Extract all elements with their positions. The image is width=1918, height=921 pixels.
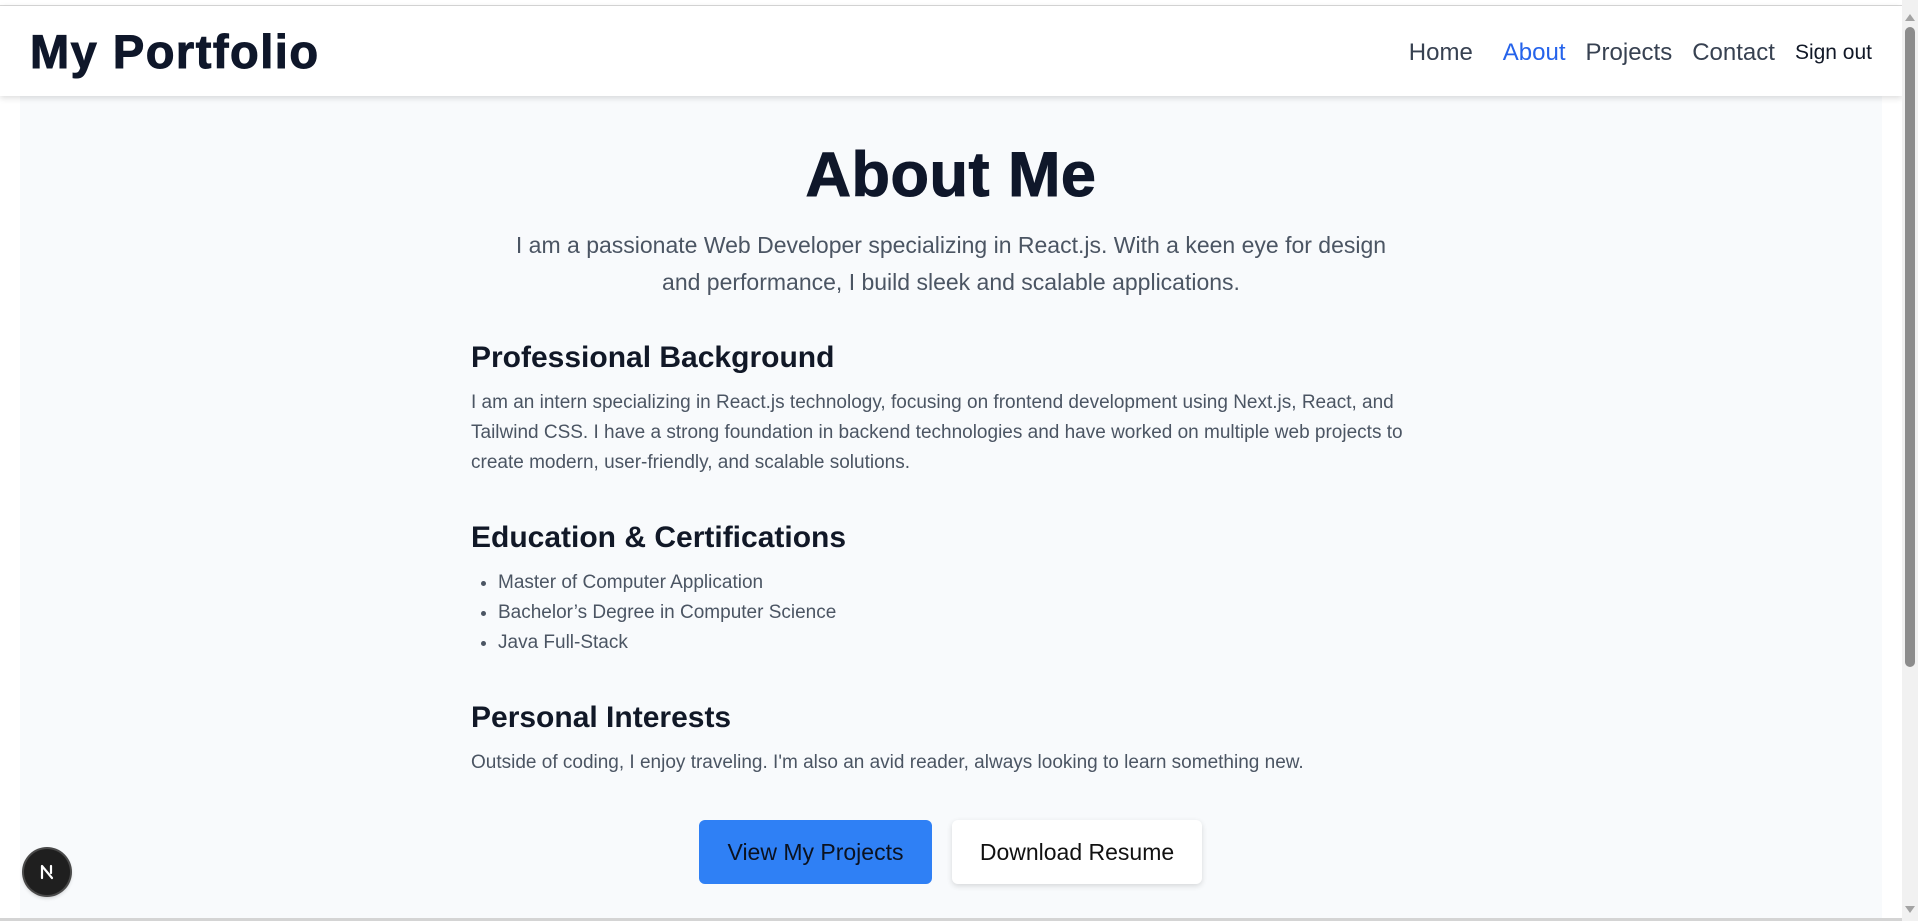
brand-logo[interactable]: My Portfolio bbox=[30, 28, 320, 76]
nav-home-link[interactable]: Home bbox=[1409, 39, 1473, 67]
interests-text: Outside of coding, I enjoy traveling. I'… bbox=[471, 752, 1304, 773]
nav-links: Home About Projects Contact Sign out bbox=[1389, 39, 1872, 67]
about-content: About Me I am a passionate Web Developer… bbox=[20, 96, 1882, 921]
nextjs-dev-indicator[interactable] bbox=[24, 849, 70, 895]
navbar: My Portfolio Home About Projects Contact… bbox=[0, 6, 1902, 96]
personal-interests-section: Personal Interests Outside of coding, I … bbox=[471, 703, 1431, 778]
nav-projects-link[interactable]: Projects bbox=[1586, 39, 1673, 67]
vertical-scrollbar[interactable] bbox=[1902, 0, 1918, 921]
section-heading-education: Education & Certifications bbox=[471, 521, 847, 554]
view-projects-button[interactable]: View My Projects bbox=[699, 820, 932, 884]
scrollbar-thumb[interactable] bbox=[1905, 27, 1915, 667]
education-section: Education & Certifications Master of Com… bbox=[471, 523, 1431, 658]
nextjs-icon bbox=[40, 864, 54, 880]
page-title: About Me bbox=[805, 140, 1097, 210]
section-heading-background: Professional Background bbox=[471, 341, 835, 374]
professional-background-section: Professional Background I am an intern s… bbox=[471, 343, 1431, 478]
background-text: I am an intern specializing in React.js … bbox=[471, 392, 1403, 473]
education-item: Java Full-Stack bbox=[498, 628, 1431, 658]
education-item: Bachelor’s Degree in Computer Science bbox=[498, 598, 1431, 628]
scroll-down-icon[interactable] bbox=[1905, 906, 1915, 913]
section-heading-interests: Personal Interests bbox=[471, 701, 732, 734]
intro-wrapper: I am a passionate Web Developer speciali… bbox=[20, 227, 1882, 301]
scroll-up-icon[interactable] bbox=[1905, 14, 1915, 21]
nav-contact-link[interactable]: Contact bbox=[1692, 39, 1775, 67]
nav-about-link[interactable]: About bbox=[1503, 39, 1566, 67]
download-resume-button[interactable]: Download Resume bbox=[952, 820, 1202, 884]
browser-viewport: My Portfolio Home About Projects Contact… bbox=[0, 0, 1918, 921]
intro-text: I am a passionate Web Developer speciali… bbox=[515, 232, 1387, 295]
sign-out-button[interactable]: Sign out bbox=[1795, 41, 1872, 65]
education-item: Master of Computer Application bbox=[498, 568, 1431, 598]
education-list: Master of Computer Application Bachelor’… bbox=[471, 568, 1431, 658]
